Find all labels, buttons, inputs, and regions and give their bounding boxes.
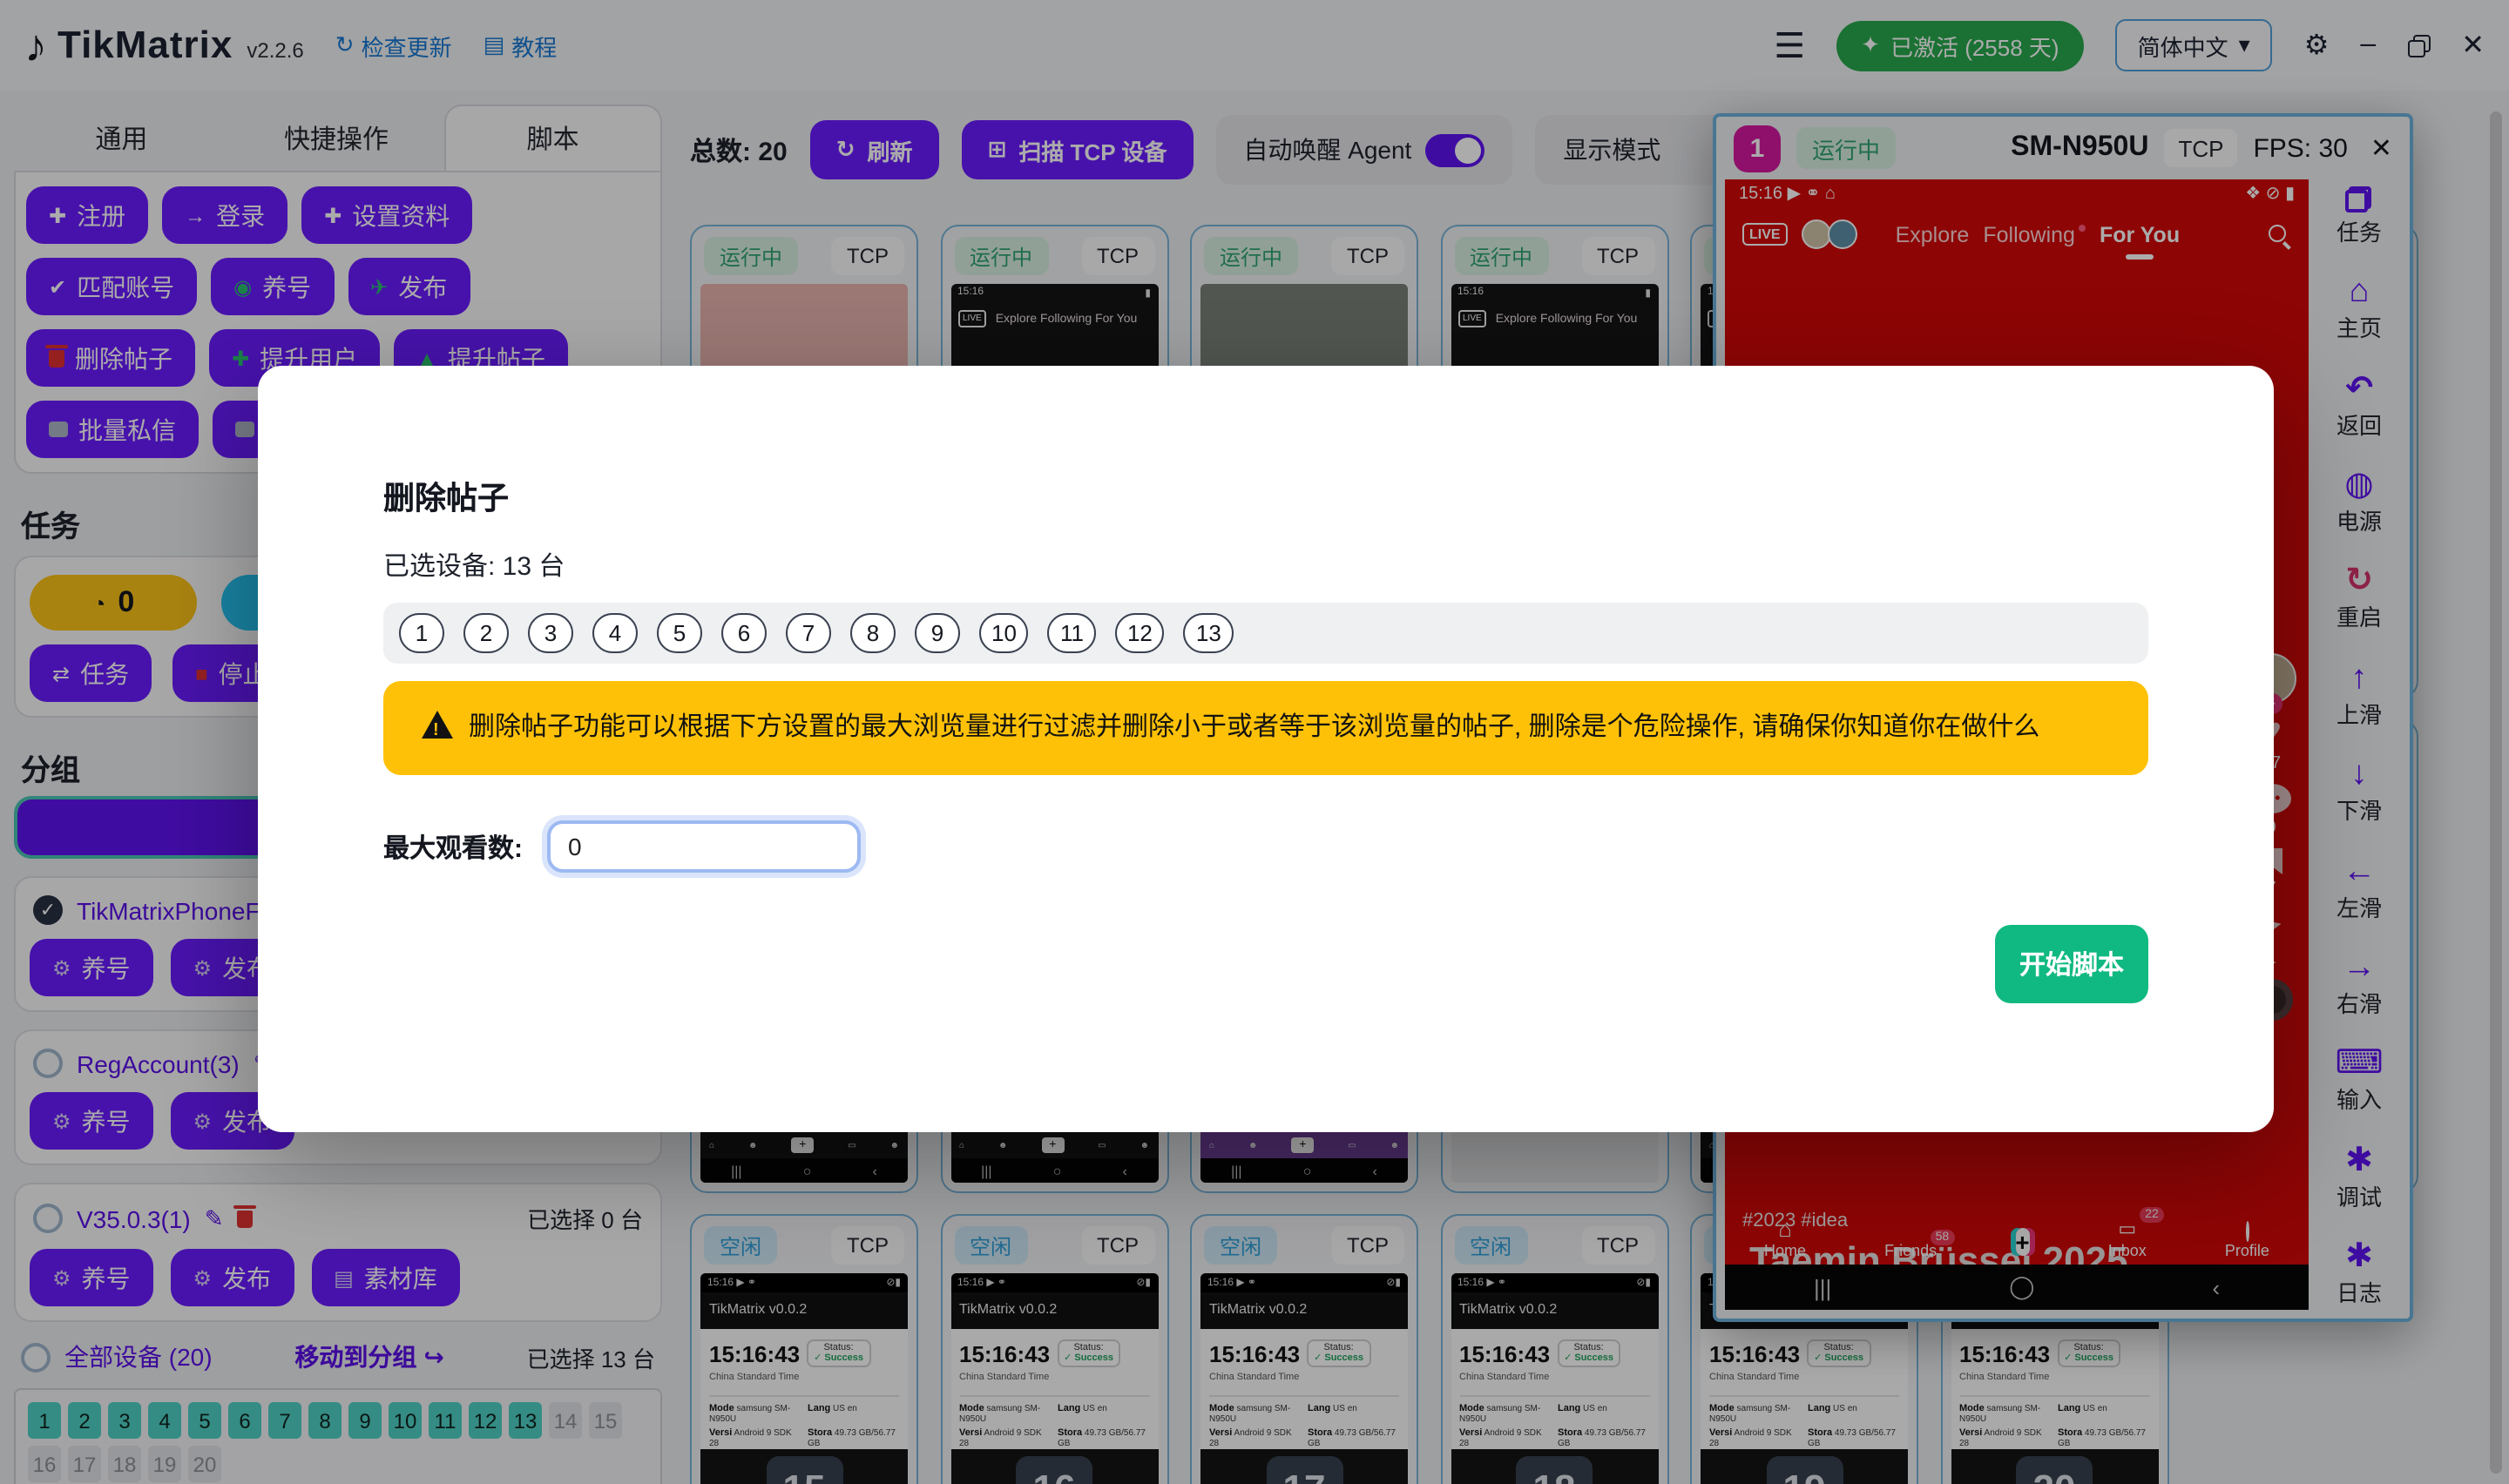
start-script-button[interactable]: 开始脚本 bbox=[1995, 925, 2148, 1003]
device-chip-11: 11 bbox=[1048, 613, 1096, 653]
selected-device-chips: 12345678910111213 bbox=[383, 603, 2148, 664]
device-chip-8: 8 bbox=[850, 613, 896, 653]
app-window: ♪ TikMatrix v2.2.6 ↻检查更新 ▤教程 ☰ ✦已激活 (255… bbox=[0, 0, 2509, 1484]
device-chip-9: 9 bbox=[915, 613, 960, 653]
delete-posts-modal: 删除帖子 已选设备: 13 台 12345678910111213 删除帖子功能… bbox=[258, 366, 2274, 1132]
device-chip-1: 1 bbox=[399, 613, 444, 653]
device-chip-5: 5 bbox=[657, 613, 702, 653]
device-chip-6: 6 bbox=[721, 613, 767, 653]
modal-title: 删除帖子 bbox=[383, 474, 2148, 519]
max-views-label: 最大观看数: bbox=[383, 829, 523, 866]
device-chip-12: 12 bbox=[1115, 613, 1165, 653]
selected-devices-label: 已选设备: 13 台 bbox=[383, 547, 2148, 583]
max-views-input[interactable] bbox=[547, 821, 861, 874]
device-chip-13: 13 bbox=[1184, 613, 1234, 653]
device-chip-2: 2 bbox=[463, 613, 509, 653]
device-chip-7: 7 bbox=[786, 613, 831, 653]
device-chip-3: 3 bbox=[528, 613, 573, 653]
device-chip-10: 10 bbox=[979, 613, 1029, 653]
warning-banner: 删除帖子功能可以根据下方设置的最大浏览量进行过滤并删除小于或者等于该浏览量的帖子… bbox=[383, 681, 2148, 776]
device-chip-4: 4 bbox=[592, 613, 638, 653]
warning-icon bbox=[422, 711, 453, 739]
